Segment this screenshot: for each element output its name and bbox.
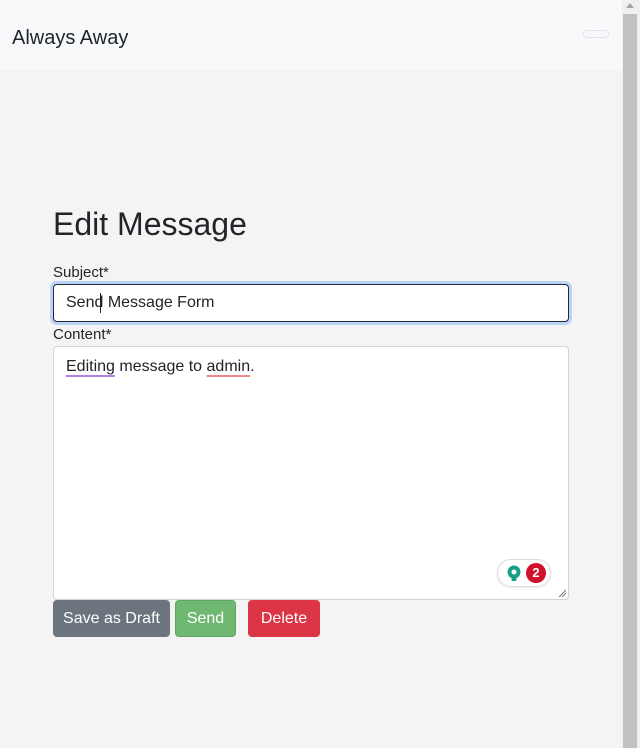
content-text-segment: . (250, 358, 255, 375)
navbar-toggler-button[interactable] (583, 30, 609, 38)
navbar-brand[interactable]: Always Away (12, 26, 128, 50)
resize-grip-icon[interactable] (558, 589, 566, 597)
content-text-segment: message to (114, 358, 207, 375)
grammar-assistant-widget[interactable]: 2 (497, 559, 551, 587)
content-label: Content* (53, 326, 112, 343)
subject-input[interactable] (53, 284, 569, 322)
page: Always Away Edit Message Subject* Conten… (0, 0, 640, 748)
issue-count-badge: 2 (526, 563, 546, 583)
spelling-flagged-word[interactable]: admin (207, 358, 251, 375)
scroll-up-arrow-icon[interactable] (626, 3, 634, 8)
content-text: Editing message to admin. (66, 357, 255, 377)
grammar-flagged-word[interactable]: Editing (66, 358, 115, 375)
page-title: Edit Message (53, 206, 247, 242)
navbar: Always Away (0, 0, 622, 70)
subject-label: Subject* (53, 264, 109, 281)
send-button[interactable]: Send (175, 600, 236, 637)
save-draft-button[interactable]: Save as Draft (53, 600, 170, 637)
text-caret (100, 293, 101, 313)
delete-button[interactable]: Delete (248, 600, 320, 637)
lightbulb-icon (507, 565, 521, 581)
scrollbar-thumb[interactable] (623, 14, 637, 748)
content-textarea[interactable]: Editing message to admin. 2 (53, 346, 569, 600)
